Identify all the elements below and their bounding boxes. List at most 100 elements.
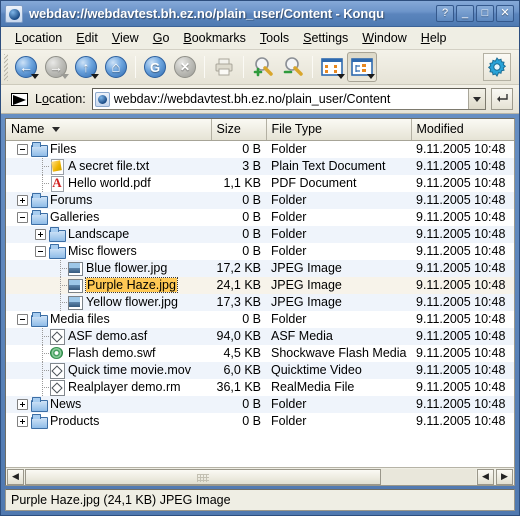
zoom-out-button[interactable] bbox=[278, 52, 308, 82]
location-dropdown-button[interactable] bbox=[468, 89, 485, 109]
toolbar-grip[interactable] bbox=[4, 54, 8, 81]
menu-bookmarks[interactable]: Bookmarks bbox=[176, 29, 253, 47]
menu-go[interactable]: Go bbox=[146, 29, 177, 47]
scroll-left-button[interactable]: ◀ bbox=[7, 468, 24, 485]
file-name-label: Quick time movie.mov bbox=[68, 363, 191, 377]
icon-view-button[interactable] bbox=[317, 52, 347, 82]
zoom-in-button[interactable] bbox=[248, 52, 278, 82]
tree-view-button[interactable] bbox=[347, 52, 377, 82]
cell-filetype: Plain Text Document bbox=[266, 157, 411, 175]
window-title: webdav://webdavtest.bh.ez.no/plain_user/… bbox=[29, 6, 384, 21]
reload-button[interactable]: G bbox=[140, 52, 170, 82]
configure-button[interactable] bbox=[483, 53, 511, 81]
table-row[interactable]: Landscape 0 B Folder 9.11.2005 10:48 bbox=[6, 225, 514, 243]
table-row[interactable]: Flash demo.swf 4,5 KB Shockwave Flash Medi… bbox=[6, 344, 514, 362]
minimize-button[interactable]: _ bbox=[456, 5, 474, 22]
location-combobox[interactable]: webdav://webdavtest.bh.ez.no/plain_user/… bbox=[91, 88, 486, 110]
cell-filetype: Folder bbox=[266, 395, 411, 413]
expand-icon[interactable] bbox=[17, 415, 28, 427]
home-button[interactable]: ⌂ bbox=[101, 52, 131, 82]
table-row[interactable]: Realplayer demo.rm 36,1 KB RealMedia File 9… bbox=[6, 378, 514, 396]
menu-window[interactable]: Window bbox=[355, 29, 413, 47]
table-row[interactable]: Hello world.pdf 1,1 KB PDF Document 9.11.20… bbox=[6, 174, 514, 192]
cell-name: Files bbox=[6, 140, 211, 158]
cell-filetype: Shockwave Flash Media bbox=[271, 346, 407, 360]
scrollbar-track[interactable] bbox=[25, 468, 476, 485]
up-dropdown-icon[interactable] bbox=[91, 74, 99, 79]
expand-icon[interactable] bbox=[17, 194, 28, 206]
table-row[interactable]: Forums 0 B Folder 9.11.2005 10:48 bbox=[6, 191, 514, 209]
go-button[interactable] bbox=[491, 88, 513, 110]
expand-icon[interactable] bbox=[17, 398, 28, 410]
cell-size: 0 B bbox=[211, 395, 266, 413]
cell-name: Quick time movie.mov bbox=[6, 361, 211, 379]
maximize-button[interactable]: □ bbox=[476, 5, 494, 22]
table-row[interactable]: Yellow flower.jpg 17,3 KB JPEG Image 9.11.2… bbox=[6, 293, 514, 311]
cell-filetype: Folder bbox=[271, 210, 307, 224]
location-input[interactable]: webdav://webdavtest.bh.ez.no/plain_user/… bbox=[114, 92, 468, 106]
scrollbar-thumb[interactable] bbox=[25, 468, 382, 485]
cell-size: 0 B bbox=[211, 225, 266, 243]
table-row[interactable]: Galleries 0 B Folder 9.11.2005 10:48 bbox=[6, 209, 514, 226]
cell-name: News bbox=[6, 395, 211, 413]
horizontal-scrollbar[interactable]: ◀ ◀ ▶ bbox=[6, 467, 514, 485]
column-size[interactable]: Size bbox=[211, 119, 267, 141]
cell-filetype: Folder bbox=[266, 191, 411, 209]
column-modified[interactable]: Modified bbox=[411, 119, 514, 141]
menu-tools[interactable]: Tools bbox=[253, 29, 296, 47]
cell-size: 0 B bbox=[242, 312, 261, 326]
collapse-icon[interactable] bbox=[17, 143, 28, 155]
forward-dropdown-icon[interactable] bbox=[61, 74, 69, 79]
collapse-icon[interactable] bbox=[17, 313, 28, 325]
column-name[interactable]: Name bbox=[6, 119, 212, 141]
menu-view[interactable]: View bbox=[105, 29, 146, 47]
cell-modified: 9.11.2005 10:48 bbox=[411, 276, 514, 294]
expand-icon[interactable] bbox=[35, 228, 46, 240]
table-row[interactable]: Quick time movie.mov 6,0 KB Quicktime Vide… bbox=[6, 361, 514, 379]
media-icon bbox=[49, 379, 65, 396]
menu-edit[interactable]: Edit bbox=[69, 29, 105, 47]
scroll-right-button[interactable]: ▶ bbox=[496, 468, 513, 485]
table-row[interactable]: Media files 0 B Folder 9.11.2005 10:48 bbox=[6, 311, 514, 328]
cell-modified: 9.11.2005 10:48 bbox=[411, 157, 514, 175]
print-button[interactable] bbox=[209, 52, 239, 82]
cell-name: Hello world.pdf bbox=[6, 174, 211, 192]
close-button[interactable]: ✕ bbox=[496, 5, 514, 22]
table-row[interactable]: Misc flowers 0 B Folder 9.11.2005 10:48 bbox=[6, 243, 514, 260]
konqueror-icon bbox=[5, 4, 23, 23]
scroll-left-button-2[interactable]: ◀ bbox=[477, 468, 494, 485]
up-button[interactable]: ↑ bbox=[71, 52, 101, 82]
help-button[interactable]: ? bbox=[436, 5, 454, 22]
table-row[interactable]: A secret file.txt 3 B Plain Text Document 9… bbox=[6, 157, 514, 175]
cell-modified: 9.11.2005 10:48 bbox=[416, 380, 506, 394]
table-row[interactable]: Files 0 B Folder 9.11.2005 10:48 bbox=[6, 140, 514, 158]
back-button[interactable]: ← bbox=[11, 52, 41, 82]
menu-settings[interactable]: Settings bbox=[296, 29, 355, 47]
table-row[interactable]: Products 0 B Folder 9.11.2005 10:48 bbox=[6, 413, 514, 430]
table-row[interactable]: Blue flower.jpg 17,2 KB JPEG Image 9.11.200… bbox=[6, 259, 514, 277]
table-row[interactable]: News 0 B Folder 9.11.2005 10:48 bbox=[6, 395, 514, 413]
forward-button[interactable]: → bbox=[41, 52, 71, 82]
column-filetype[interactable]: File Type bbox=[266, 119, 412, 141]
table-row[interactable]: ASF demo.asf 94,0 KB ASF Media 9.11.2005 10… bbox=[6, 327, 514, 345]
cell-name: Media files bbox=[6, 311, 211, 328]
back-dropdown-icon[interactable] bbox=[31, 74, 39, 79]
menu-help[interactable]: Help bbox=[414, 29, 454, 47]
stop-button[interactable]: ✕ bbox=[170, 52, 200, 82]
cell-name: ASF demo.asf bbox=[6, 327, 211, 345]
cell-filetype: JPEG Image bbox=[266, 293, 411, 311]
table-row[interactable]: Purple Haze.jpg 24,1 KB JPEG Image 9.11.200… bbox=[6, 276, 514, 294]
enter-key-icon bbox=[497, 94, 508, 102]
collapse-icon[interactable] bbox=[35, 245, 46, 257]
tree-line bbox=[35, 327, 49, 345]
icon-view-dropdown-icon[interactable] bbox=[337, 74, 345, 79]
cell-name: Landscape bbox=[6, 225, 211, 243]
menu-location[interactable]: Location bbox=[8, 29, 69, 47]
collapse-icon[interactable] bbox=[17, 211, 28, 223]
flash-icon bbox=[49, 345, 65, 361]
pdf-document-icon bbox=[49, 175, 65, 192]
cell-size: 0 B bbox=[242, 244, 261, 258]
file-name-label: Media files bbox=[50, 312, 110, 326]
tree-view-dropdown-icon[interactable] bbox=[367, 74, 375, 79]
